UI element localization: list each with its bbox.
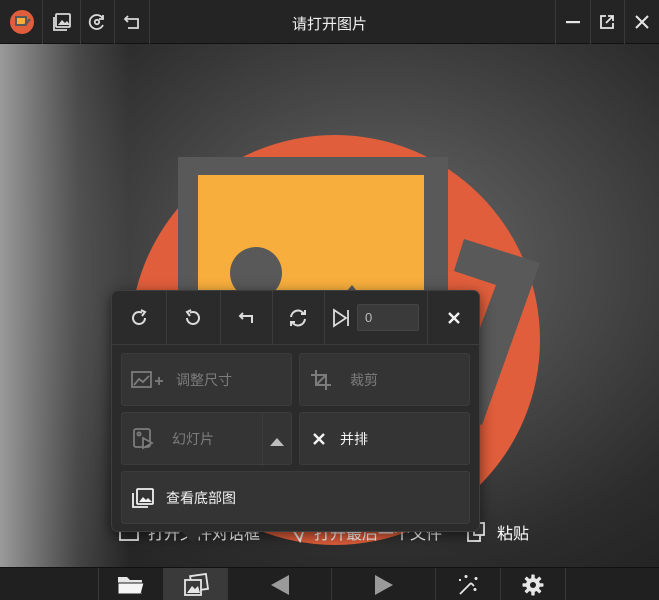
magic-wand-icon[interactable] (436, 568, 500, 600)
crop-button[interactable]: 裁剪 (299, 353, 470, 406)
popout-icon[interactable] (592, 7, 622, 37)
slideshow-icon (126, 427, 160, 451)
popup-toolbar: 0 (112, 291, 479, 345)
crop-label: 裁剪 (350, 371, 378, 388)
resize-icon (130, 370, 164, 390)
popup-pointer (181, 531, 205, 543)
side-by-side-icon (302, 432, 336, 446)
side-by-side-label: 并排 (340, 430, 368, 447)
resize-button[interactable]: 调整尺寸 (121, 353, 292, 406)
image-stack-icon (126, 487, 160, 509)
close-popup-icon[interactable] (427, 291, 481, 345)
undo-icon[interactable] (117, 7, 147, 37)
refresh-icon[interactable] (272, 291, 324, 345)
gear-icon[interactable] (501, 568, 565, 600)
close-icon[interactable] (627, 7, 657, 37)
minimize-icon[interactable] (558, 7, 588, 37)
folder-icon[interactable] (99, 568, 163, 600)
chevron-up-icon[interactable] (270, 434, 284, 452)
app-logo-icon[interactable] (7, 7, 37, 37)
gallery-icon[interactable] (164, 568, 227, 600)
rotate-left-icon[interactable] (166, 291, 220, 345)
view-bottom-image-button[interactable]: 查看底部图 (121, 471, 470, 524)
rotate-refresh-icon[interactable] (82, 7, 112, 37)
bottom-toolbar (0, 567, 659, 600)
slideshow-button[interactable]: 幻灯片 (121, 412, 292, 466)
resize-label: 调整尺寸 (176, 371, 232, 388)
slideshow-label: 幻灯片 (172, 430, 214, 447)
view-bottom-label: 查看底部图 (166, 489, 236, 506)
rotate-right-icon[interactable] (112, 291, 166, 345)
crop-icon (304, 369, 338, 391)
previous-icon[interactable] (228, 568, 331, 600)
gallery-icon[interactable] (47, 7, 77, 37)
frame-number-input[interactable]: 0 (357, 304, 419, 331)
side-by-side-button[interactable]: 并排 (299, 412, 470, 465)
next-icon[interactable] (332, 568, 435, 600)
title-bar: 请打开图片 (0, 0, 659, 44)
edit-popup-menu: 0 调整尺寸 裁剪 幻灯片 并排 查看底部图 (111, 290, 480, 532)
skip-to-frame-icon[interactable] (326, 291, 356, 345)
undo-icon[interactable] (220, 291, 272, 345)
